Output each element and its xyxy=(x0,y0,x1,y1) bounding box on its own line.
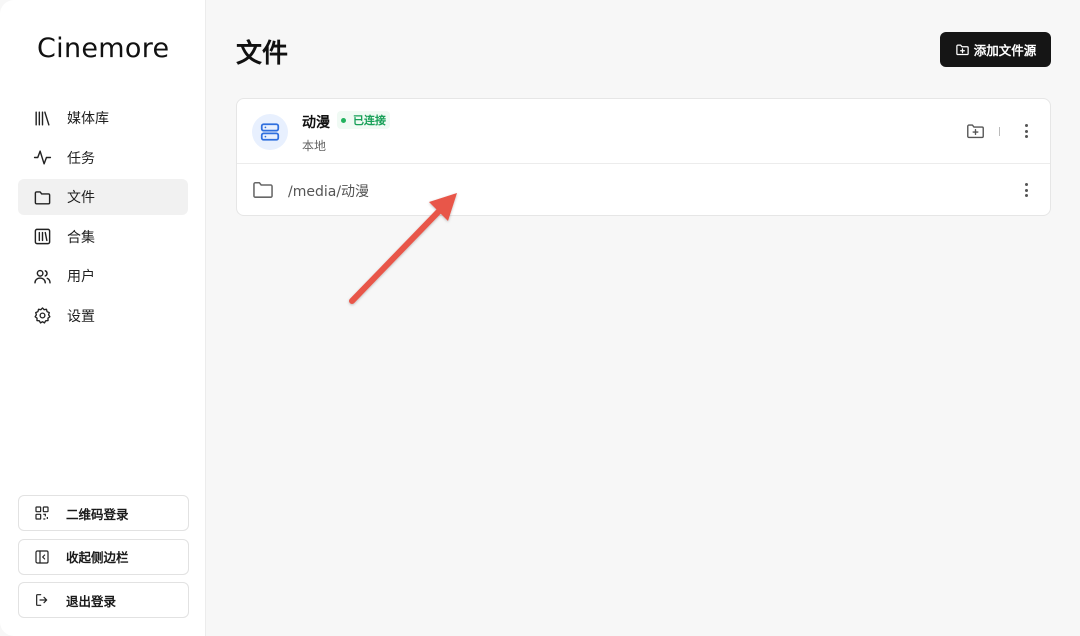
activity-icon xyxy=(32,148,52,168)
source-more-options-button[interactable] xyxy=(1020,122,1032,140)
qr-code-icon xyxy=(34,505,50,521)
sidebar-item-tasks[interactable]: 任务 xyxy=(18,140,188,176)
logout-icon xyxy=(34,592,50,608)
kebab-dot xyxy=(1024,129,1028,133)
qr-login-label: 二维码登录 xyxy=(66,506,129,522)
panel-collapse-icon xyxy=(34,549,50,565)
library-icon xyxy=(32,108,52,128)
sidebar-item-label: 设置 xyxy=(67,308,95,325)
collapse-sidebar-label: 收起侧边栏 xyxy=(66,550,129,565)
kebab-dot xyxy=(1024,194,1028,197)
sidebar-item-label: 用户 xyxy=(67,269,95,286)
collapse-sidebar-button[interactable]: 收起侧边栏 xyxy=(18,538,189,575)
sidebar-item-label: 合集 xyxy=(67,229,95,246)
sidebar-item-label: 媒体库 xyxy=(67,111,109,127)
status-text: 已连接 xyxy=(353,114,386,127)
path-more-options-button[interactable] xyxy=(1020,181,1032,199)
annotation-arrow-icon xyxy=(349,193,457,304)
collection-icon xyxy=(32,227,52,247)
sidebar-item-library[interactable]: 媒体库 xyxy=(18,100,188,136)
qr-login-button[interactable]: 二维码登录 xyxy=(18,495,189,531)
sidebar-item-users[interactable]: 用户 xyxy=(18,258,188,294)
add-path-button[interactable] xyxy=(966,122,986,140)
server-icon xyxy=(252,114,288,150)
logout-button[interactable]: 退出登录 xyxy=(18,582,189,618)
sidebar-item-settings[interactable]: 设置 xyxy=(18,298,188,334)
sidebar: Cinemore 媒体库 任务 文件 合集 用户 设置 二维码登录 收起侧边栏 … xyxy=(0,0,206,636)
page-title: 文件 xyxy=(236,39,289,69)
file-source-name: 动漫 xyxy=(302,115,330,131)
toolbar-divider xyxy=(999,127,1000,136)
sidebar-item-files[interactable]: 文件 xyxy=(18,179,188,216)
kebab-dot xyxy=(1024,188,1028,192)
folder-icon xyxy=(32,187,52,207)
sidebar-item-label: 文件 xyxy=(67,190,95,207)
folder-plus-icon xyxy=(967,124,984,139)
kebab-dot xyxy=(1024,183,1028,186)
folder-icon xyxy=(252,180,274,200)
app-window: Cinemore 媒体库 任务 文件 合集 用户 设置 二维码登录 收起侧边栏 … xyxy=(0,0,1080,636)
gear-icon xyxy=(32,306,52,326)
users-icon xyxy=(32,266,52,286)
file-source-header: 动漫 已连接 本地 xyxy=(237,99,1050,164)
sidebar-item-label: 任务 xyxy=(67,150,95,167)
status-dot-icon xyxy=(341,117,346,123)
logout-label: 退出登录 xyxy=(66,593,117,609)
sidebar-footer: 二维码登录 收起侧边栏 退出登录 xyxy=(18,495,189,626)
add-file-source-label: 添加文件源 xyxy=(973,43,1037,58)
brand-logo: Cinemore xyxy=(37,33,170,64)
sidebar-item-collections[interactable]: 合集 xyxy=(18,219,188,255)
file-source-type: 本地 xyxy=(302,139,327,153)
folder-plus-icon xyxy=(955,42,970,57)
kebab-dot xyxy=(1024,124,1028,127)
status-badge: 已连接 xyxy=(337,111,390,129)
kebab-dot xyxy=(1024,135,1028,138)
add-file-source-button[interactable]: 添加文件源 xyxy=(940,32,1051,67)
sidebar-nav: 媒体库 任务 文件 合集 用户 设置 xyxy=(18,100,188,338)
